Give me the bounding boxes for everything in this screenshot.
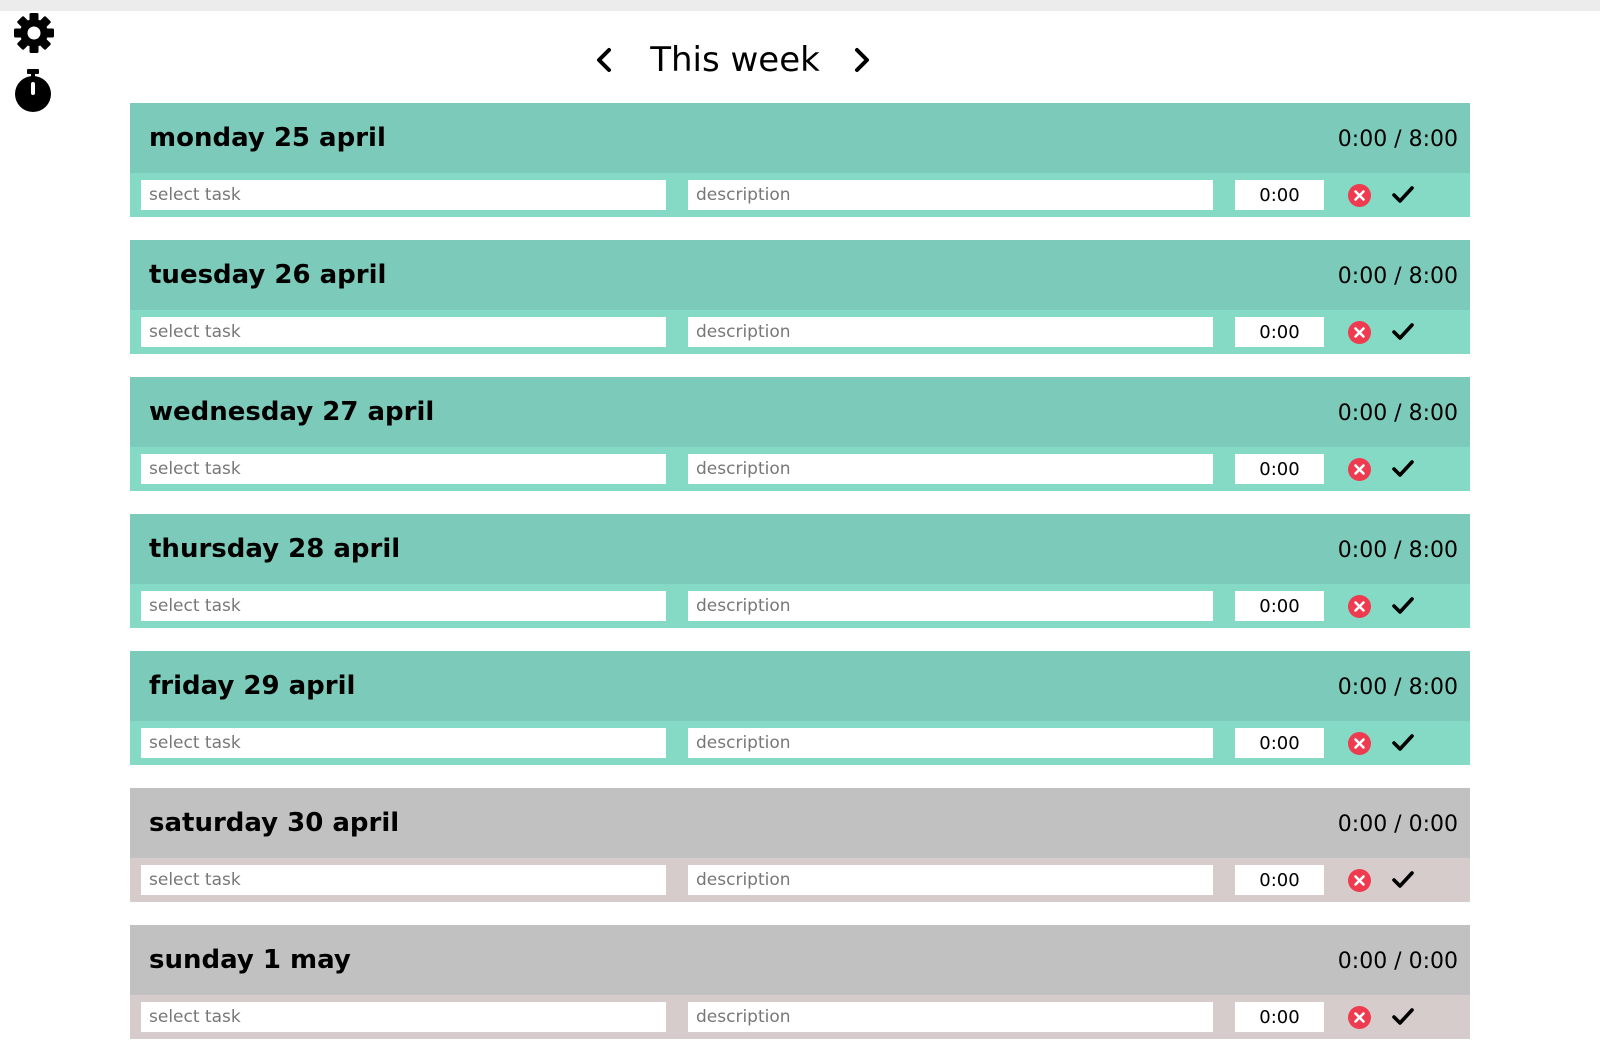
- checkmark-icon[interactable]: [1392, 733, 1414, 753]
- day-title: tuesday 26 april: [149, 260, 387, 290]
- select-task-input[interactable]: [141, 591, 666, 621]
- entry-row: [130, 995, 1470, 1039]
- description-input[interactable]: [688, 865, 1213, 895]
- description-input[interactable]: [688, 454, 1213, 484]
- entry-row: [130, 721, 1470, 765]
- checkmark-icon[interactable]: [1392, 322, 1414, 342]
- time-input[interactable]: [1235, 591, 1324, 621]
- time-input[interactable]: [1235, 454, 1324, 484]
- day-header: sunday 1 may 0:00 / 0:00: [130, 925, 1470, 995]
- select-task-input[interactable]: [141, 728, 666, 758]
- cancel-icon[interactable]: [1348, 732, 1371, 755]
- day-card: saturday 30 april 0:00 / 0:00: [130, 788, 1470, 902]
- day-header: friday 29 april 0:00 / 8:00: [130, 651, 1470, 721]
- entry-row: [130, 173, 1470, 217]
- select-task-input[interactable]: [141, 865, 666, 895]
- cancel-icon[interactable]: [1348, 595, 1371, 618]
- week-navigation: This week: [590, 36, 890, 84]
- day-total-hours: 0:00 / 8:00: [1337, 401, 1458, 426]
- description-input[interactable]: [688, 180, 1213, 210]
- day-header: tuesday 26 april 0:00 / 8:00: [130, 240, 1470, 310]
- time-input[interactable]: [1235, 317, 1324, 347]
- day-title: wednesday 27 april: [149, 397, 435, 427]
- cancel-icon[interactable]: [1348, 184, 1371, 207]
- select-task-input[interactable]: [141, 1002, 666, 1032]
- chevron-left-icon[interactable]: [590, 44, 622, 76]
- day-total-hours: 0:00 / 8:00: [1337, 264, 1458, 289]
- day-title: friday 29 april: [149, 671, 356, 701]
- time-input[interactable]: [1235, 865, 1324, 895]
- day-total-hours: 0:00 / 0:00: [1337, 812, 1458, 837]
- cancel-icon[interactable]: [1348, 1006, 1371, 1029]
- select-task-input[interactable]: [141, 454, 666, 484]
- day-title: sunday 1 may: [149, 945, 351, 975]
- page-title: This week: [650, 40, 820, 80]
- day-header: wednesday 27 april 0:00 / 8:00: [130, 377, 1470, 447]
- checkmark-icon[interactable]: [1392, 1007, 1414, 1027]
- description-input[interactable]: [688, 317, 1213, 347]
- checkmark-icon[interactable]: [1392, 185, 1414, 205]
- day-total-hours: 0:00 / 0:00: [1337, 949, 1458, 974]
- cancel-icon[interactable]: [1348, 458, 1371, 481]
- chevron-right-icon[interactable]: [846, 44, 878, 76]
- day-card: thursday 28 april 0:00 / 8:00: [130, 514, 1470, 628]
- day-card: wednesday 27 april 0:00 / 8:00: [130, 377, 1470, 491]
- day-total-hours: 0:00 / 8:00: [1337, 127, 1458, 152]
- entry-row: [130, 310, 1470, 354]
- select-task-input[interactable]: [141, 180, 666, 210]
- day-card: tuesday 26 april 0:00 / 8:00: [130, 240, 1470, 354]
- checkmark-icon[interactable]: [1392, 459, 1414, 479]
- description-input[interactable]: [688, 1002, 1213, 1032]
- day-total-hours: 0:00 / 8:00: [1337, 538, 1458, 563]
- day-total-hours: 0:00 / 8:00: [1337, 675, 1458, 700]
- entry-row: [130, 858, 1470, 902]
- day-card: friday 29 april 0:00 / 8:00: [130, 651, 1470, 765]
- gear-icon[interactable]: [13, 12, 55, 54]
- description-input[interactable]: [688, 591, 1213, 621]
- day-header: saturday 30 april 0:00 / 0:00: [130, 788, 1470, 858]
- time-input[interactable]: [1235, 180, 1324, 210]
- time-input[interactable]: [1235, 728, 1324, 758]
- checkmark-icon[interactable]: [1392, 870, 1414, 890]
- time-input[interactable]: [1235, 1002, 1324, 1032]
- day-card: sunday 1 may 0:00 / 0:00: [130, 925, 1470, 1039]
- checkmark-icon[interactable]: [1392, 596, 1414, 616]
- select-task-input[interactable]: [141, 317, 666, 347]
- entry-row: [130, 447, 1470, 491]
- day-header: monday 25 april 0:00 / 8:00: [130, 103, 1470, 173]
- day-header: thursday 28 april 0:00 / 8:00: [130, 514, 1470, 584]
- cancel-icon[interactable]: [1348, 321, 1371, 344]
- day-card: monday 25 april 0:00 / 8:00: [130, 103, 1470, 217]
- day-title: monday 25 april: [149, 123, 386, 153]
- cancel-icon[interactable]: [1348, 869, 1371, 892]
- entry-row: [130, 584, 1470, 628]
- day-title: saturday 30 april: [149, 808, 400, 838]
- day-list: monday 25 april 0:00 / 8:00 tuesday 26 a…: [130, 103, 1470, 1062]
- day-title: thursday 28 april: [149, 534, 401, 564]
- description-input[interactable]: [688, 728, 1213, 758]
- top-bar: [0, 0, 1600, 11]
- stopwatch-icon[interactable]: [13, 69, 55, 112]
